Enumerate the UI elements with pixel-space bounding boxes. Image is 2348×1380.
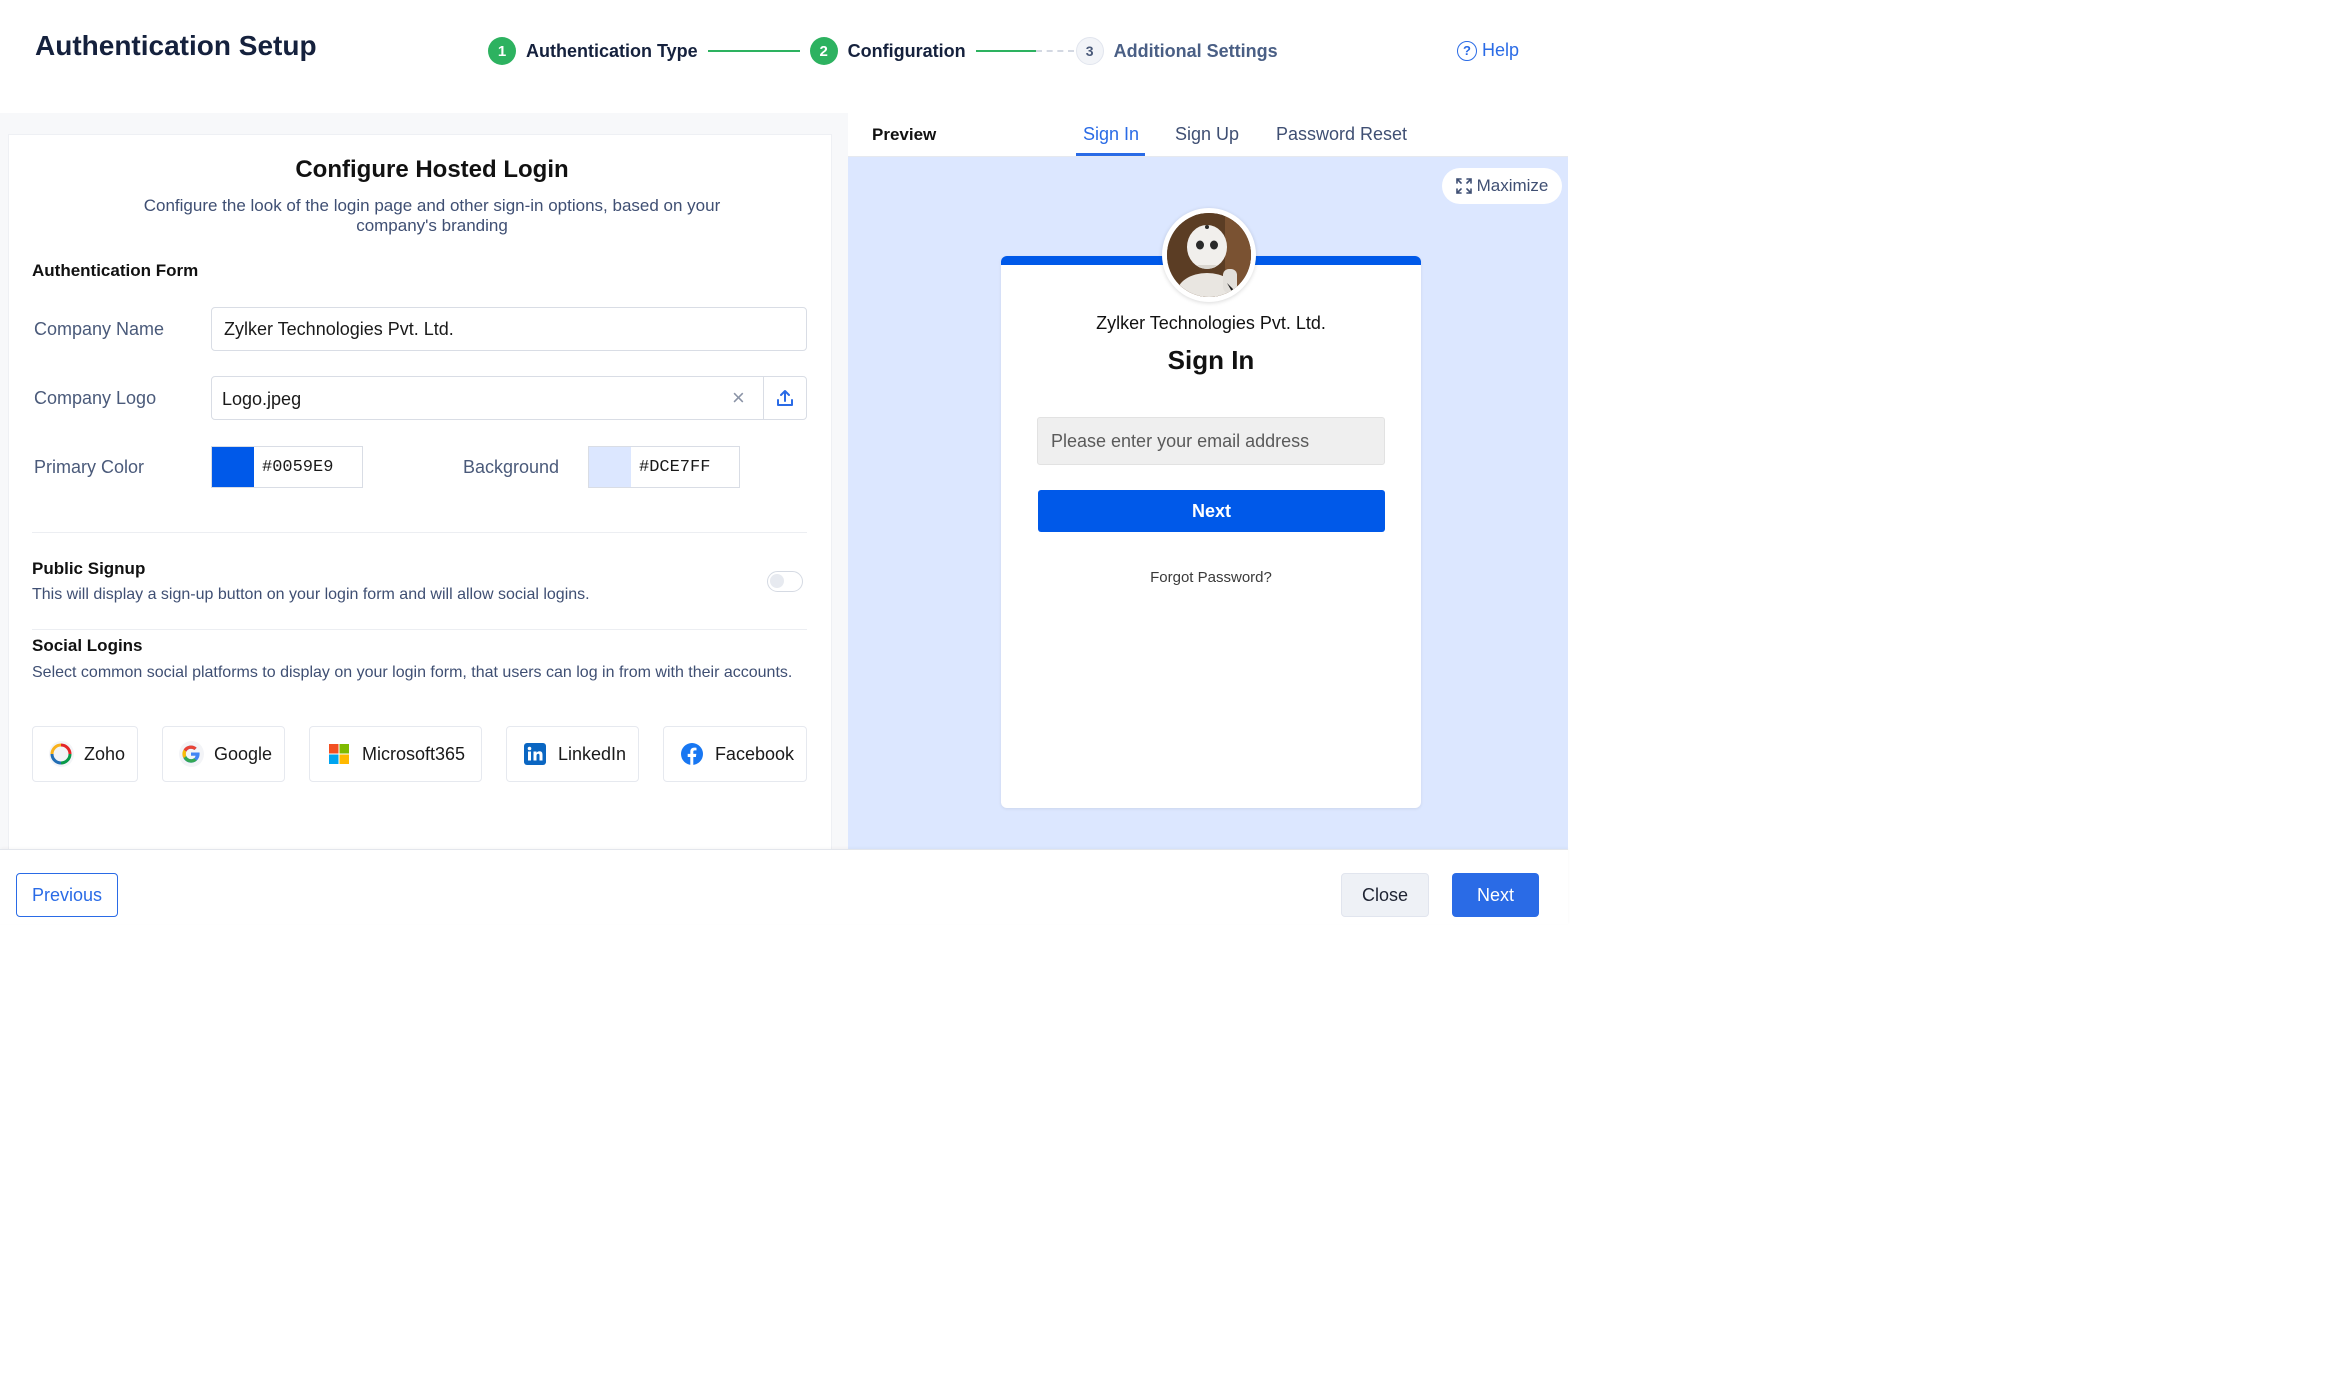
social-logins-heading: Social Logins (32, 636, 143, 655)
primary-color-label: Primary Color (34, 457, 145, 477)
section-divider (32, 629, 807, 630)
previous-button[interactable]: Previous (16, 873, 118, 917)
facebook-icon (680, 741, 705, 767)
primary-color-value: #0059E9 (262, 457, 334, 477)
step-1-circle: 1 (488, 37, 516, 65)
background-color-swatch[interactable] (589, 447, 631, 487)
maximize-button[interactable]: Maximize (1442, 168, 1562, 204)
step-2-label: Configuration (847, 40, 966, 61)
preview-email-input[interactable] (1037, 417, 1385, 465)
preview-next-button[interactable]: Next (1038, 490, 1385, 532)
social-facebook-button[interactable]: Facebook (663, 726, 807, 782)
step-connector-pending (1035, 50, 1074, 52)
help-label: Help (1482, 40, 1520, 60)
preview-forgot-password-link[interactable]: Forgot Password? (1001, 569, 1421, 586)
company-logo-avatar (1162, 208, 1256, 302)
preview-company-name: Zylker Technologies Pvt. Ltd. (1096, 313, 1326, 333)
social-label: Zoho (83, 743, 125, 764)
social-microsoft365-button[interactable]: Microsoft365 (309, 726, 482, 782)
background-color-value: #DCE7FF (639, 457, 711, 477)
primary-color-field[interactable]: #0059E9 (211, 446, 363, 488)
help-link[interactable]: ? Help (1457, 40, 1519, 61)
company-name-input[interactable] (211, 307, 807, 351)
tab-password-reset[interactable]: Password Reset (1276, 124, 1407, 145)
public-signup-heading: Public Signup (32, 559, 146, 578)
form-subtitle: Configure the look of the login page and… (143, 196, 721, 235)
google-icon (179, 741, 204, 767)
tab-sign-up[interactable]: Sign Up (1175, 124, 1239, 145)
robot-logo-image (1167, 213, 1251, 297)
step-connector (707, 50, 800, 52)
step-3-circle: 3 (1075, 37, 1104, 65)
social-logins-description: Select common social platforms to displa… (32, 664, 793, 681)
step-connector (975, 50, 1036, 52)
public-signup-description: This will display a sign-up button on yo… (32, 586, 590, 603)
preview-header: Preview Sign In Sign Up Password Reset (848, 113, 1568, 157)
tab-sign-in[interactable]: Sign In (1083, 124, 1139, 145)
background-color-label: Background (463, 457, 560, 477)
preview-label: Preview (872, 125, 937, 144)
next-button[interactable]: Next (1452, 873, 1539, 917)
company-logo-field[interactable]: Logo.jpeg × (211, 376, 807, 420)
social-label: Facebook (714, 743, 794, 764)
linkedin-icon (523, 741, 548, 767)
social-linkedin-button[interactable]: LinkedIn (506, 726, 639, 782)
company-name-label: Company Name (34, 319, 165, 339)
social-label: Google (213, 743, 272, 764)
step-2-circle: 2 (809, 37, 838, 65)
microsoft-icon (326, 741, 352, 767)
login-preview-card (1001, 256, 1421, 808)
active-tab-indicator (1076, 153, 1145, 156)
form-title: Configure Hosted Login (295, 156, 569, 183)
step-3-label: Additional Settings (1113, 40, 1278, 61)
maximize-label: Maximize (1476, 176, 1549, 195)
zoho-icon (49, 741, 74, 767)
help-circle-icon: ? (1457, 40, 1477, 61)
upload-icon (777, 390, 793, 406)
page-title: Authentication Setup (35, 30, 317, 61)
footer-bar: Previous Close Next (0, 849, 1568, 924)
social-zoho-button[interactable]: Zoho (32, 726, 138, 782)
step-1-label: Authentication Type (526, 40, 698, 61)
company-logo-label: Company Logo (34, 388, 157, 408)
clear-icon[interactable]: × (732, 385, 745, 411)
public-signup-toggle[interactable] (767, 571, 803, 592)
toggle-knob (770, 574, 784, 588)
social-label: LinkedIn (557, 743, 626, 764)
upload-button[interactable] (763, 377, 806, 419)
auth-form-heading: Authentication Form (32, 261, 199, 280)
maximize-icon (1455, 178, 1472, 194)
social-google-button[interactable]: Google (162, 726, 285, 782)
close-button[interactable]: Close (1341, 873, 1429, 917)
primary-color-swatch[interactable] (212, 447, 254, 487)
preview-sign-in-title: Sign In (1167, 345, 1255, 375)
background-color-field[interactable]: #DCE7FF (588, 446, 740, 488)
stepper: 1 Authentication Type 2 Configuration 3 … (488, 36, 1278, 66)
section-divider (32, 532, 807, 533)
social-login-options: Zoho Google Microsoft365 LinkedIn Facebo… (32, 726, 807, 782)
social-label: Microsoft365 (362, 743, 466, 764)
logo-file-name: Logo.jpeg (222, 389, 302, 409)
page-header: Authentication Setup 1 Authentication Ty… (0, 0, 1568, 113)
